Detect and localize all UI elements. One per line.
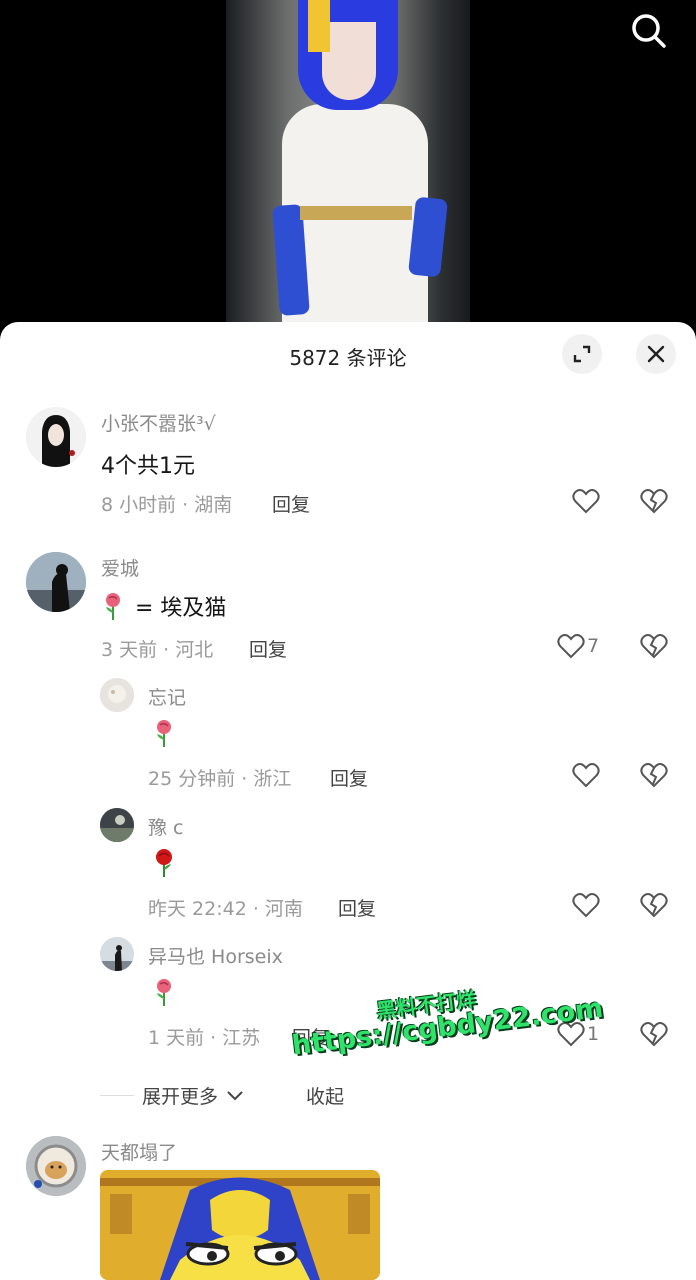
reply-meta: 昨天 22:42 · 河南 [148, 898, 303, 920]
comment-username[interactable]: 天都塌了 [101, 1138, 177, 1165]
reply-button[interactable]: 回复 [338, 894, 376, 921]
broken-heart-icon [640, 488, 668, 514]
search-icon [632, 14, 666, 48]
broken-heart-icon [640, 633, 668, 659]
broken-heart-icon [640, 1021, 668, 1047]
broken-heart-icon [640, 892, 668, 918]
avatar[interactable] [100, 937, 134, 971]
comment-meta: 8 小时前 · 湖南 [101, 494, 233, 516]
reply-meta: 1 天前 · 江苏 [148, 1027, 261, 1049]
comment-meta: 3 天前 · 河北 [101, 639, 214, 661]
reply-button[interactable]: 回复 [272, 490, 310, 517]
avatar[interactable] [100, 808, 134, 842]
like-button[interactable] [572, 486, 600, 516]
avatar[interactable] [26, 1136, 86, 1196]
reply-username[interactable]: 忘记 [148, 683, 186, 710]
dislike-button[interactable] [640, 892, 668, 920]
red-rose-icon [156, 849, 172, 877]
heart-icon [557, 633, 585, 659]
expand-button[interactable] [562, 334, 602, 374]
reply-text [152, 977, 176, 1007]
reply-button[interactable]: 回复 [249, 635, 287, 662]
like-button[interactable]: 7 [557, 631, 599, 661]
expand-more-label: 展开更多 [142, 1086, 219, 1108]
close-button[interactable] [636, 334, 676, 374]
avatar[interactable] [26, 552, 86, 612]
avatar[interactable] [26, 407, 86, 467]
like-count: 7 [587, 635, 600, 657]
reply-text [152, 848, 176, 878]
divider-line [100, 1095, 134, 1096]
comments-sheet: 5872 条评论 小张不嚣张³√ 4个共1元 8 小时前 · 湖南 回复 爱城 … [0, 322, 696, 1280]
close-icon [647, 345, 665, 363]
anubis-cat-meme-image[interactable] [100, 1170, 380, 1280]
rose-icon [157, 979, 171, 1006]
broken-heart-icon [640, 762, 668, 788]
dislike-button[interactable] [640, 1021, 668, 1049]
collapse-replies-button[interactable]: 收起 [306, 1082, 344, 1109]
dislike-button[interactable] [640, 633, 668, 661]
comment-username[interactable]: 爱城 [101, 554, 139, 581]
expand-more-replies-button[interactable]: 展开更多 [100, 1082, 244, 1109]
rose-icon [157, 720, 171, 747]
like-button[interactable] [572, 890, 600, 920]
dislike-button[interactable] [640, 488, 668, 516]
expand-icon [573, 345, 591, 363]
reply-meta: 25 分钟前 · 浙江 [148, 768, 292, 790]
heart-icon [572, 892, 600, 918]
video-player[interactable] [0, 0, 696, 340]
comment-text: = 埃及猫 [101, 590, 226, 622]
reply-button[interactable]: 回复 [330, 764, 368, 791]
reply-text [152, 718, 176, 748]
heart-icon [572, 488, 600, 514]
comment-text: 4个共1元 [101, 454, 195, 479]
like-button[interactable] [572, 760, 600, 790]
rose-icon [106, 593, 120, 620]
search-button[interactable] [626, 8, 672, 54]
comment-text-body: = 埃及猫 [135, 596, 227, 621]
comment-username[interactable]: 小张不嚣张³√ [101, 409, 216, 436]
heart-icon [572, 762, 600, 788]
dislike-button[interactable] [640, 762, 668, 790]
like-count: 1 [587, 1023, 600, 1045]
avatar[interactable] [100, 678, 134, 712]
reply-username[interactable]: 异马也 Horseix [148, 942, 283, 969]
chevron-down-icon [227, 1090, 243, 1100]
reply-username[interactable]: 豫 c [148, 813, 184, 840]
